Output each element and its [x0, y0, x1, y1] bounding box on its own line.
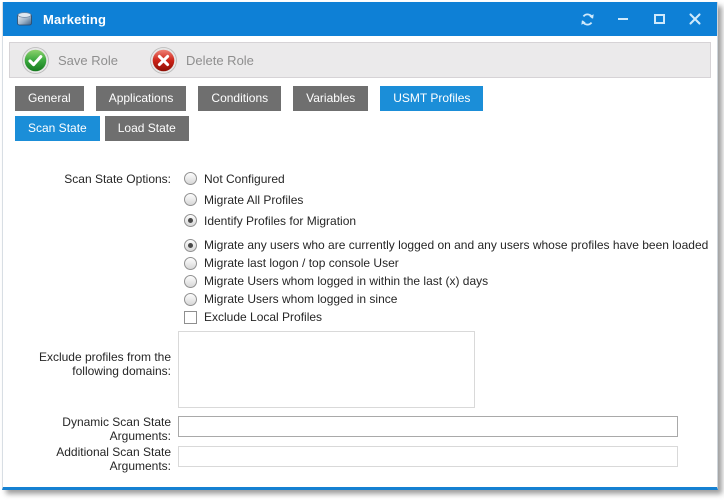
exclude-local-profiles-row: Exclude Local Profiles — [184, 308, 322, 326]
close-icon[interactable] — [685, 9, 705, 29]
additional-label-line2: Arguments: — [3, 459, 171, 473]
save-role-button[interactable]: Save Role — [22, 47, 118, 74]
checkbox-label: Exclude Local Profiles — [204, 310, 322, 324]
scan-state-options-label: Scan State Options: — [3, 172, 171, 186]
radio-migrate-all-profiles[interactable]: Migrate All Profiles — [184, 189, 356, 210]
additional-scan-state-label: Additional Scan State Arguments: — [3, 445, 171, 473]
x-circle-icon — [150, 47, 177, 74]
radio-button-selected-icon — [184, 239, 197, 252]
radio-button-icon — [184, 293, 197, 306]
radio-label: Migrate last logon / top console User — [204, 256, 399, 270]
migration-mode-radio-group: Migrate any users who are currently logg… — [184, 236, 708, 308]
radio-button-icon — [184, 193, 197, 206]
tab-applications[interactable]: Applications — [96, 86, 187, 111]
dynamic-label-line2: Arguments: — [3, 429, 171, 443]
app-cube-icon — [15, 9, 35, 29]
check-circle-icon — [22, 47, 49, 74]
radio-label: Migrate any users who are currently logg… — [204, 238, 708, 252]
radio-label: Migrate Users whom logged in within the … — [204, 274, 488, 288]
radio-migrate-last-x-days[interactable]: Migrate Users whom logged in within the … — [184, 272, 708, 290]
subtab-scan-state[interactable]: Scan State — [15, 116, 100, 141]
radio-label: Migrate Users whom logged in since — [204, 292, 397, 306]
toolbar: Save Role Delete Role — [9, 42, 711, 78]
radio-button-selected-icon — [184, 214, 197, 227]
titlebar: Marketing — [3, 2, 717, 36]
radio-migrate-since[interactable]: Migrate Users whom logged in since — [184, 290, 708, 308]
dynamic-label-line1: Dynamic Scan State — [3, 415, 171, 429]
radio-identify-profiles[interactable]: Identify Profiles for Migration — [184, 210, 356, 231]
tab-general[interactable]: General — [15, 86, 84, 111]
subtab-load-state[interactable]: Load State — [105, 116, 189, 141]
checkbox-icon — [184, 311, 197, 324]
radio-migrate-logged-on-users[interactable]: Migrate any users who are currently logg… — [184, 236, 708, 254]
main-tabs: General Applications Conditions Variable… — [15, 86, 717, 111]
window-controls — [577, 9, 705, 29]
dialog-window: Marketing — [2, 2, 718, 490]
radio-button-icon — [184, 172, 197, 185]
radio-not-configured[interactable]: Not Configured — [184, 168, 356, 189]
additional-scan-state-input[interactable] — [178, 446, 678, 467]
sub-tabs: Scan State Load State — [15, 116, 717, 141]
exclude-domains-textarea[interactable] — [178, 331, 475, 408]
dynamic-scan-state-label: Dynamic Scan State Arguments: — [3, 415, 171, 443]
delete-role-label: Delete Role — [186, 53, 254, 68]
window-title: Marketing — [43, 12, 106, 27]
tab-variables[interactable]: Variables — [293, 86, 368, 111]
tab-conditions[interactable]: Conditions — [198, 86, 281, 111]
tab-usmt-profiles[interactable]: USMT Profiles — [380, 86, 483, 111]
radio-label: Identify Profiles for Migration — [204, 214, 356, 228]
save-role-label: Save Role — [58, 53, 118, 68]
exclude-domains-label-line2: following domains: — [3, 364, 171, 378]
radio-label: Not Configured — [204, 172, 285, 186]
maximize-icon[interactable] — [649, 9, 669, 29]
minimize-icon[interactable] — [613, 9, 633, 29]
exclude-local-profiles-checkbox[interactable]: Exclude Local Profiles — [184, 308, 322, 326]
additional-label-line1: Additional Scan State — [3, 445, 171, 459]
exclude-domains-label: Exclude profiles from the following doma… — [3, 350, 171, 378]
radio-button-icon — [184, 257, 197, 270]
radio-migrate-last-logon[interactable]: Migrate last logon / top console User — [184, 254, 708, 272]
delete-role-button[interactable]: Delete Role — [150, 47, 254, 74]
radio-label: Migrate All Profiles — [204, 193, 303, 207]
refresh-icon[interactable] — [577, 9, 597, 29]
radio-button-icon — [184, 275, 197, 288]
dynamic-scan-state-input[interactable] — [178, 416, 678, 437]
exclude-domains-label-line1: Exclude profiles from the — [3, 350, 171, 364]
configuration-radio-group: Not Configured Migrate All Profiles Iden… — [184, 168, 356, 231]
